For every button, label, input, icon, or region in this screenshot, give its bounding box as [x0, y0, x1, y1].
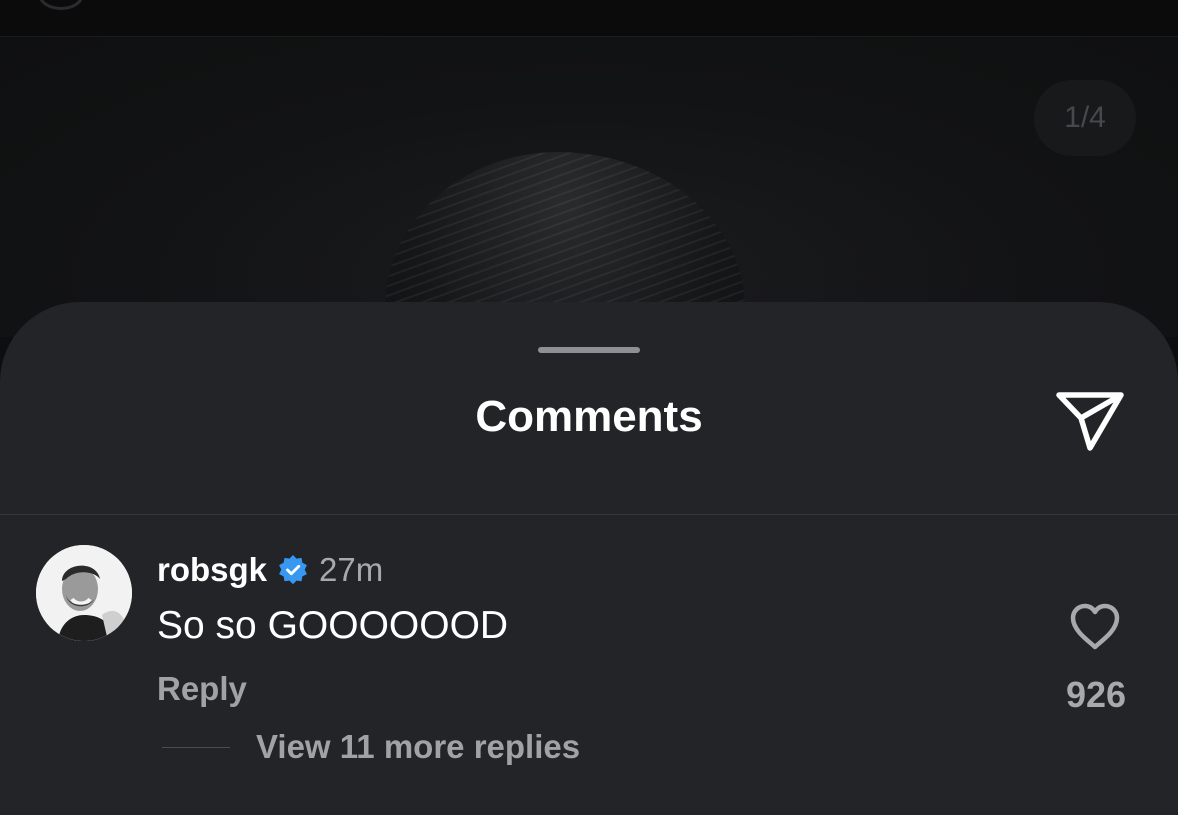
replies-connector-line — [162, 747, 230, 748]
heart-outline-icon[interactable] — [1068, 602, 1122, 652]
sheet-title: Comments — [475, 392, 703, 441]
avatar[interactable] — [36, 545, 132, 641]
post-image[interactable] — [0, 37, 1178, 412]
post-header — [0, 0, 1178, 37]
avatar-photo — [36, 545, 132, 641]
comment-text: So so GOOOOOOD — [157, 604, 509, 647]
header-avatar[interactable] — [38, 0, 84, 10]
paper-plane-icon[interactable] — [1054, 387, 1126, 453]
header-divider — [0, 514, 1178, 515]
comment-meta: robsgk 27m — [157, 548, 383, 592]
verified-badge-icon — [279, 555, 307, 585]
comment-username[interactable]: robsgk — [157, 551, 267, 589]
like-count: 926 — [1065, 674, 1127, 715]
comment-timestamp: 27m — [319, 551, 384, 588]
screen: 1/4 Comments robsgk 27m So so GOOOOOOD R… — [0, 0, 1178, 815]
reply-button[interactable]: Reply — [157, 670, 247, 708]
image-counter: 1/4 — [1034, 80, 1136, 156]
view-more-replies-button[interactable]: View 11 more replies — [256, 728, 580, 766]
comments-sheet: Comments robsgk 27m So so GOOOOOOD Reply… — [0, 302, 1178, 815]
sheet-drag-handle[interactable] — [538, 347, 640, 353]
